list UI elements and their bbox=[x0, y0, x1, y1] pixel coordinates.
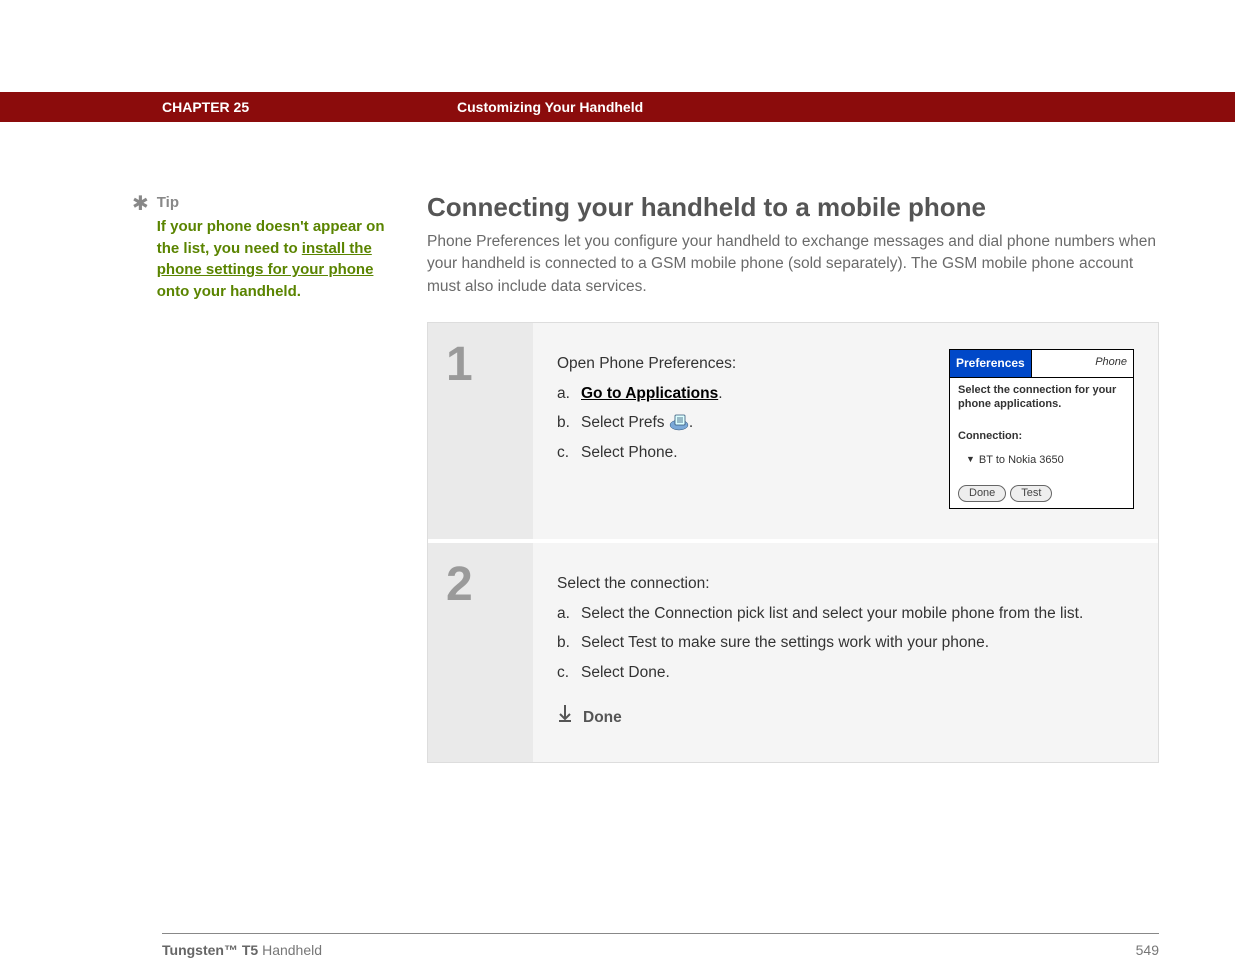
sub-b-letter: b. bbox=[557, 628, 581, 657]
asterisk-icon: ✱ bbox=[132, 194, 149, 303]
palm-instruction: Select the connection for your phone app… bbox=[958, 384, 1125, 412]
step2-lead: Select the connection: bbox=[557, 569, 1134, 598]
dropdown-arrow-icon: ▼ bbox=[966, 451, 975, 468]
sub-b-pre: Select Prefs bbox=[581, 414, 669, 431]
tip-text: If your phone doesn't appear on the list… bbox=[157, 216, 397, 303]
palm-connection-label: Connection: bbox=[958, 426, 1125, 447]
main-content: Connecting your handheld to a mobile pho… bbox=[427, 192, 1159, 763]
tip-block: ✱ Tip If your phone doesn't appear on th… bbox=[132, 192, 397, 303]
steps-container: 1 Open Phone Preferences: a. Go to Appli… bbox=[427, 322, 1159, 763]
prefs-icon bbox=[669, 415, 689, 431]
step-number: 1 bbox=[446, 341, 533, 389]
palm-connection-value: BT to Nokia 3650 bbox=[979, 450, 1064, 471]
sub-b-letter: b. bbox=[557, 408, 581, 437]
chapter-label: CHAPTER 25 bbox=[162, 99, 457, 115]
palm-title-right: Phone bbox=[1032, 350, 1133, 378]
sub-b-text: Select Test to make sure the settings wo… bbox=[581, 628, 989, 657]
down-arrow-icon bbox=[557, 703, 573, 732]
done-indicator: Done bbox=[557, 703, 1134, 732]
palm-title-left: Preferences bbox=[950, 350, 1032, 378]
palm-screenshot: Preferences Phone Select the connection … bbox=[949, 349, 1134, 509]
step1-lead: Open Phone Preferences: bbox=[557, 349, 919, 378]
chapter-title: Customizing Your Handheld bbox=[457, 99, 643, 115]
step-number: 2 bbox=[446, 561, 533, 609]
palm-done-button: Done bbox=[958, 485, 1006, 502]
page-number: 549 bbox=[1136, 942, 1159, 958]
sub-a-letter: a. bbox=[557, 599, 581, 628]
header-bar: CHAPTER 25 Customizing Your Handheld bbox=[0, 92, 1235, 122]
sub-b-post: . bbox=[689, 414, 693, 431]
sub-c-text: Select Done. bbox=[581, 658, 670, 687]
sub-c-letter: c. bbox=[557, 438, 581, 467]
section-heading: Connecting your handheld to a mobile pho… bbox=[427, 192, 1159, 223]
footer: Tungsten™ T5 Handheld 549 bbox=[162, 933, 1159, 958]
product-name: Tungsten™ T5 Handheld bbox=[162, 942, 322, 958]
palm-test-button: Test bbox=[1010, 485, 1052, 502]
palm-connection-dropdown: ▼ BT to Nokia 3650 bbox=[966, 450, 1125, 471]
sub-a-text: Select the Connection pick list and sele… bbox=[581, 599, 1083, 628]
sidebar: ✱ Tip If your phone doesn't appear on th… bbox=[132, 192, 427, 763]
tip-post: onto your handheld. bbox=[157, 283, 301, 300]
step-1: 1 Open Phone Preferences: a. Go to Appli… bbox=[428, 323, 1158, 543]
done-label: Done bbox=[583, 703, 622, 732]
sub-a-post: . bbox=[718, 385, 722, 402]
intro-paragraph: Phone Preferences let you configure your… bbox=[427, 231, 1159, 298]
tip-label: Tip bbox=[157, 192, 397, 214]
go-to-applications-link[interactable]: Go to Applications bbox=[581, 385, 718, 402]
step-2: 2 Select the connection: a. Select the C… bbox=[428, 543, 1158, 762]
sub-c-letter: c. bbox=[557, 658, 581, 687]
sub-a-letter: a. bbox=[557, 379, 581, 408]
sub-c-text: Select Phone. bbox=[581, 438, 678, 467]
